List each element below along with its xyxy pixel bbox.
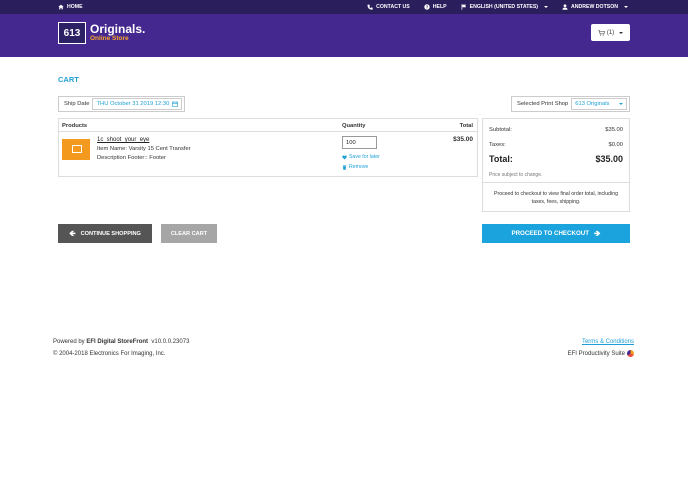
clear-cart-button[interactable]: CLEAR CART	[161, 224, 217, 243]
product-thumbnail[interactable]	[62, 139, 90, 160]
total-value: $35.00	[595, 154, 623, 164]
efi-suite-label: EFI Productivity Suite	[567, 350, 625, 357]
page-title: CART	[58, 75, 79, 84]
language-dropdown[interactable]: ENGLISH (UNITED STATES)	[461, 4, 549, 10]
taxes-value: $0.00	[608, 142, 623, 148]
cart-products-table: Products Quantity Total 1c_shoot_your_ey…	[58, 118, 478, 177]
ship-date-selector: Ship Date THU October 31 2019 12:30	[58, 96, 186, 112]
contact-label: CONTACT US	[376, 4, 410, 10]
product-description: Description Footer:: Footer	[97, 155, 166, 161]
phone-icon	[367, 4, 373, 10]
column-products: Products	[62, 123, 88, 129]
product-name-link[interactable]: 1c_shoot_your_eye	[97, 137, 149, 143]
divider	[483, 182, 629, 183]
save-for-later-label: Save for later	[349, 154, 380, 160]
help-icon: ?	[424, 4, 430, 10]
arrow-left-icon: 🡸	[69, 228, 76, 238]
svg-text:?: ?	[425, 5, 428, 10]
price-disclaimer: Price subject to change.	[489, 172, 543, 178]
save-for-later-link[interactable]: Save for later	[342, 154, 380, 160]
product-item-name: Item Name: Varsity 15 Cent Transfer	[97, 146, 191, 152]
subtotal-row: Subtotal: $35.00	[489, 127, 623, 133]
print-shop-label: Selected Print Shop	[517, 101, 569, 107]
powered-brand: EFI Digital StoreFront	[86, 339, 149, 345]
language-label: ENGLISH (UNITED STATES)	[469, 4, 539, 10]
help-link[interactable]: ? HELP	[424, 4, 447, 10]
site-header: 613 Originals. Online Store (1)	[0, 14, 688, 57]
contact-link[interactable]: CONTACT US	[367, 4, 410, 10]
continue-shopping-button[interactable]: 🡸 CONTINUE SHOPPING	[58, 224, 152, 243]
item-total: $35.00	[453, 136, 473, 143]
user-icon	[562, 4, 568, 10]
flag-icon	[461, 4, 466, 10]
trash-icon	[342, 164, 347, 170]
home-label: HOME	[67, 4, 83, 10]
clear-cart-label: CLEAR CART	[170, 230, 208, 237]
print-shop-value: 613 Originals	[575, 101, 610, 107]
logo-badge: 613	[58, 22, 86, 44]
user-label: ANDREW DOTSON	[571, 4, 618, 10]
order-summary: Subtotal: $35.00 Taxes: $0.00 Total: $35…	[482, 118, 630, 212]
total-row: Total: $35.00	[489, 154, 623, 164]
checkout-note: Proceed to checkout to view final order …	[494, 191, 618, 206]
cart-icon	[598, 29, 605, 36]
print-shop-selector: Selected Print Shop 613 Originals	[511, 96, 630, 112]
continue-shopping-label: CONTINUE SHOPPING	[80, 230, 141, 237]
checkout-label: PROCEED TO CHECKOUT	[511, 230, 590, 237]
subtotal-value: $35.00	[605, 127, 623, 133]
terms-link[interactable]: Terms & Conditions	[582, 339, 634, 345]
quantity-input[interactable]: 100	[342, 136, 377, 149]
arrow-right-icon: 🡺	[594, 228, 601, 238]
remove-label: Remove	[349, 164, 369, 170]
home-icon	[58, 4, 64, 10]
print-shop-dropdown[interactable]: 613 Originals	[571, 98, 627, 110]
top-bar: HOME CONTACT US ? HELP ENGLISH (UNITED S…	[0, 0, 688, 14]
efi-suite: EFI Productivity Suite	[568, 350, 634, 357]
store-logo[interactable]: 613 Originals. Online Store	[58, 22, 145, 44]
efi-logo-icon	[627, 350, 634, 357]
help-label: HELP	[432, 4, 447, 10]
chevron-down-icon	[619, 31, 624, 34]
chevron-down-icon	[624, 6, 628, 8]
ship-date-label: Ship Date	[64, 101, 90, 107]
chevron-down-icon	[544, 6, 549, 8]
logo-subtitle: Online Store	[90, 35, 129, 43]
cart-button[interactable]: (1)	[591, 24, 630, 41]
table-header: Products Quantity Total	[59, 119, 477, 132]
heart-icon	[342, 155, 347, 159]
table-row: 1c_shoot_your_eye Item Name: Varsity 15 …	[59, 132, 477, 177]
remove-link[interactable]: Remove	[342, 164, 368, 170]
powered-prefix: Powered by	[53, 339, 87, 345]
taxes-row: Taxes: $0.00	[489, 142, 623, 148]
copyright: © 2004-2018 Electronics For Imaging, Inc…	[53, 351, 166, 357]
cart-count: (1)	[606, 29, 615, 36]
subtotal-label: Subtotal:	[489, 127, 512, 133]
logo-title: Originals.	[90, 22, 146, 37]
proceed-to-checkout-button[interactable]: PROCEED TO CHECKOUT 🡺	[482, 224, 630, 243]
total-label: Total:	[489, 154, 513, 164]
taxes-label: Taxes:	[489, 142, 506, 148]
calendar-icon	[172, 101, 179, 107]
column-total: Total	[459, 123, 473, 129]
ship-date-value: THU October 31 2019 12:30	[96, 101, 170, 107]
chevron-down-icon	[619, 103, 623, 105]
ship-date-field[interactable]: THU October 31 2019 12:30	[92, 98, 183, 110]
version: v10.0.0.23073	[151, 339, 190, 345]
powered-by: Powered by EFI Digital StoreFront v10.0.…	[53, 339, 189, 345]
user-dropdown[interactable]: ANDREW DOTSON	[562, 4, 628, 10]
column-quantity: Quantity	[342, 123, 366, 129]
home-link[interactable]: HOME	[58, 4, 83, 10]
